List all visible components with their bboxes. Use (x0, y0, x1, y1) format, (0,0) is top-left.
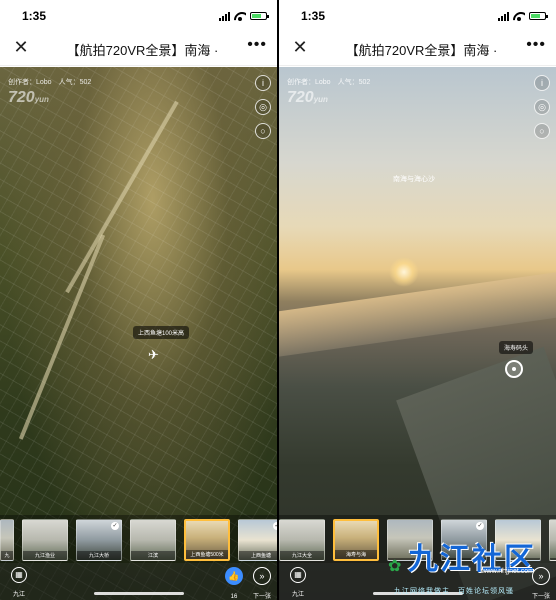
thumbnail-label: 九江渔业 (23, 551, 67, 560)
title-bar: ✕ 【航拍720VR全景】南海 · ••• (279, 30, 556, 66)
scene-thumbnail[interactable] (549, 519, 556, 561)
more-icon[interactable]: ••• (247, 36, 267, 54)
thumbnail-label: 江滨 (131, 551, 175, 560)
like-button[interactable]: 👍 16 (225, 567, 243, 600)
status-time: 1:35 (22, 9, 47, 23)
scene-thumbnail-active[interactable]: 海寿与海 (333, 519, 379, 561)
thumbnail-label (550, 558, 556, 560)
helicopter-icon[interactable]: ✈ (148, 347, 159, 363)
status-icons (498, 11, 548, 21)
like-count: 16 (230, 594, 238, 600)
scene-hotspot[interactable]: 海寿码头 (499, 341, 534, 354)
grid-icon: ▦ (290, 567, 306, 583)
panorama-view[interactable]: 创作者：Lobo 人气：502 720yun i ◎ ○ 上西鱼塘100米高 ✈… (0, 67, 277, 600)
wifi-icon (513, 12, 525, 21)
side-toolbar: i ◎ ○ (534, 75, 550, 139)
status-time: 1:35 (301, 9, 326, 23)
watermark-url: www.nhjjnet.com (481, 568, 534, 575)
next-scene-button[interactable]: » 下一张 (252, 567, 271, 600)
scene-thumbnail-strip: 九 九江渔业 ✓ 九江大桥 江滨 上西鱼塘500米 ✓上西鱼塘 (0, 515, 277, 563)
page-title: 【航拍720VR全景】南海 · (345, 43, 498, 58)
thumbs-up-icon: 👍 (225, 567, 243, 585)
next-label: 下一张 (252, 594, 271, 600)
navigation-ring-icon[interactable] (505, 360, 523, 378)
gyro-icon[interactable]: ◎ (255, 99, 271, 115)
thumbnail-label: 九江大桥 (77, 551, 121, 560)
creator-info: 创作者：Lobo 人气：502 (287, 79, 371, 86)
sun-decor (389, 257, 419, 287)
check-icon: ✓ (111, 522, 119, 530)
bottom-toolbar: ▦ 九江 👍 16 » 下一张 (0, 563, 277, 600)
battery-icon (250, 12, 269, 20)
close-icon[interactable]: ✕ (291, 38, 309, 56)
signal-icon (219, 11, 230, 21)
scene-thumbnail[interactable]: 九江大全 (279, 519, 325, 561)
comment-icon[interactable]: ○ (255, 123, 271, 139)
battery-icon (529, 12, 548, 20)
scene-thumbnail-active[interactable]: 上西鱼塘500米 (184, 519, 230, 561)
scene-thumbnail[interactable]: ✓上西鱼塘 (238, 519, 277, 561)
thumbnail-label: 九 (1, 551, 13, 560)
logo-main: 720 (287, 89, 314, 106)
logo-sub: yun (313, 95, 328, 104)
title-bar: ✕ 【航拍720VR全景】南海 · ••• (0, 30, 277, 66)
scene-hotspot[interactable]: 上西鱼塘100米高 (133, 326, 190, 339)
page-title: 【航拍720VR全景】南海 · (66, 43, 219, 58)
scene-thumbnail[interactable]: 江滨 (130, 519, 176, 561)
status-bar: 1:35 (0, 0, 277, 30)
status-icons (219, 11, 269, 21)
signal-icon (498, 11, 509, 21)
thumbnail-label: 上西鱼塘500米 (186, 550, 228, 559)
scene-thumbnail[interactable]: ✓ 九江大桥 (76, 519, 122, 561)
scene-thumbnail[interactable]: 九江渔业 (22, 519, 68, 561)
site-watermark: ✿ 九江社区 www.nhjjnet.com 九江网络我做主 百姓论坛领风骚 (388, 534, 548, 596)
close-icon[interactable]: ✕ (12, 38, 30, 56)
check-icon: ✓ (476, 522, 484, 530)
logo-sub: yun (34, 95, 49, 104)
flower-logo-icon: ✿ (388, 558, 402, 575)
more-icon[interactable]: ••• (526, 36, 546, 54)
creator-info: 创作者：Lobo 人气：502 (8, 79, 92, 86)
category-label: 九江 (291, 592, 304, 598)
home-indicator[interactable] (93, 592, 184, 595)
panorama-view[interactable]: 创作者：Lobo 人气：502 720yun i ◎ ○ 南海与海心沙 海寿码头… (279, 67, 556, 600)
scene-thumbnail[interactable]: 九 (0, 519, 14, 561)
watermark-slogan: 九江网络我做主 百姓论坛领风骚 (394, 588, 514, 595)
thumbnail-label: 九江大全 (280, 551, 324, 560)
comment-icon[interactable]: ○ (534, 123, 550, 139)
status-bar: 1:35 (279, 0, 556, 30)
side-toolbar: i ◎ ○ (255, 75, 271, 139)
category-button[interactable]: ▦ 九江 (6, 567, 32, 600)
category-button[interactable]: ▦ 九江 (285, 567, 311, 600)
brand-logo: 720yun (287, 89, 328, 107)
left-phone-screen: 1:35 ✕ 【航拍720VR全景】南海 · ••• 创作者：Lobo 人气：5… (0, 0, 277, 600)
thumbnail-label: 上西鱼塘 (239, 551, 277, 560)
thumbnail-label: 海寿与海 (335, 550, 377, 559)
info-icon[interactable]: i (255, 75, 271, 91)
next-icon: » (252, 567, 271, 585)
right-phone-screen: 1:35 ✕ 【航拍720VR全景】南海 · ••• 创作者：Lobo 人气：5… (279, 0, 556, 600)
wifi-icon (234, 12, 246, 21)
gyro-icon[interactable]: ◎ (534, 99, 550, 115)
grid-icon: ▦ (11, 567, 27, 583)
info-icon[interactable]: i (534, 75, 550, 91)
logo-main: 720 (8, 89, 35, 106)
scene-label: 南海与海心沙 (393, 176, 435, 183)
brand-logo: 720yun (8, 89, 49, 107)
category-label: 九江 (12, 592, 25, 598)
